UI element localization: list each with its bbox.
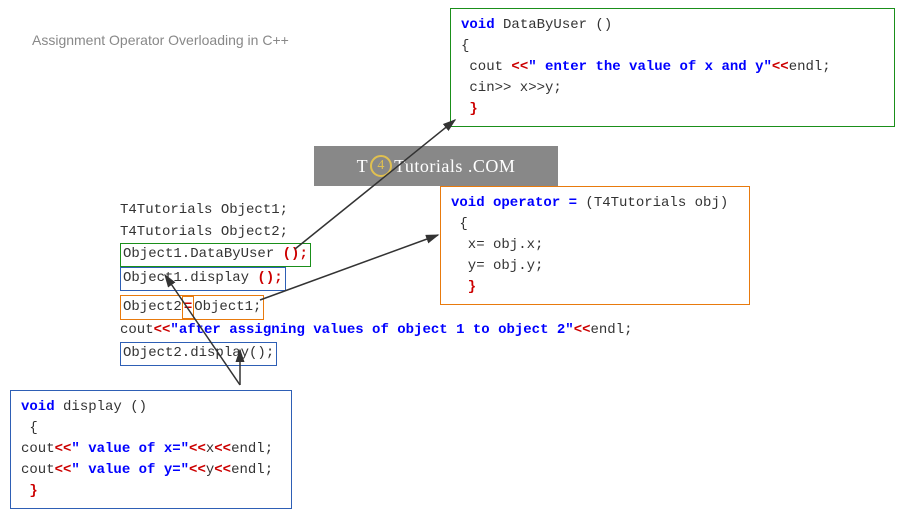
brace-open: { (461, 36, 884, 57)
string: "after assigning values of object 1 to o… (170, 322, 573, 338)
decl-obj1: T4Tutorials Object1; (120, 200, 633, 222)
op: << (214, 441, 231, 457)
main-code: T4Tutorials Object1; T4Tutorials Object2… (120, 200, 633, 366)
databyuser-code-box: void DataByUser () { cout <<" enter the … (450, 8, 895, 127)
endl: endl (789, 59, 823, 75)
string: " enter the value of x and y" (528, 59, 772, 75)
string: " value of x=" (71, 441, 189, 457)
logo-t: T (357, 156, 369, 177)
decl-obj2: T4Tutorials Object2; (120, 222, 633, 244)
call-databyuser: Object1.DataByUser (); (120, 243, 311, 267)
semi: ; (265, 441, 273, 457)
cout: cout (21, 462, 55, 478)
op: << (55, 462, 72, 478)
equals-op: = (182, 296, 194, 320)
brace-open: { (21, 418, 281, 439)
op: << (574, 322, 591, 338)
op: << (511, 59, 528, 75)
logo-rest: Tutorials .COM (394, 156, 515, 177)
var: x (206, 441, 214, 457)
var: y (206, 462, 214, 478)
op: << (214, 462, 231, 478)
cout: cout (21, 441, 55, 457)
call-display2: Object2.display(); (120, 342, 277, 366)
op: << (154, 322, 171, 338)
semi: ; (265, 462, 273, 478)
op: << (772, 59, 789, 75)
semi: ; (822, 59, 830, 75)
assignment-call: Object2=Object1; (120, 295, 264, 321)
logo-watermark: T 4 Tutorials .COM (314, 146, 558, 186)
cout: cout (120, 322, 154, 338)
brace-close: } (21, 481, 281, 502)
brace-close: } (461, 99, 884, 120)
logo-four-icon: 4 (370, 155, 392, 177)
op: << (189, 462, 206, 478)
endl: endl (231, 462, 265, 478)
page-title: Assignment Operator Overloading in C++ (32, 32, 289, 48)
string: " value of y=" (71, 462, 189, 478)
endl: endl (231, 441, 265, 457)
semi: ; (624, 322, 632, 338)
op: << (189, 441, 206, 457)
op: << (55, 441, 72, 457)
cin-line: cin>> x>>y; (461, 78, 884, 99)
call-display1: Object1.display (); (120, 267, 286, 291)
endl: endl (591, 322, 625, 338)
cout: cout (461, 59, 511, 75)
display-code-box: void display () { cout<<" value of x="<<… (10, 390, 292, 509)
